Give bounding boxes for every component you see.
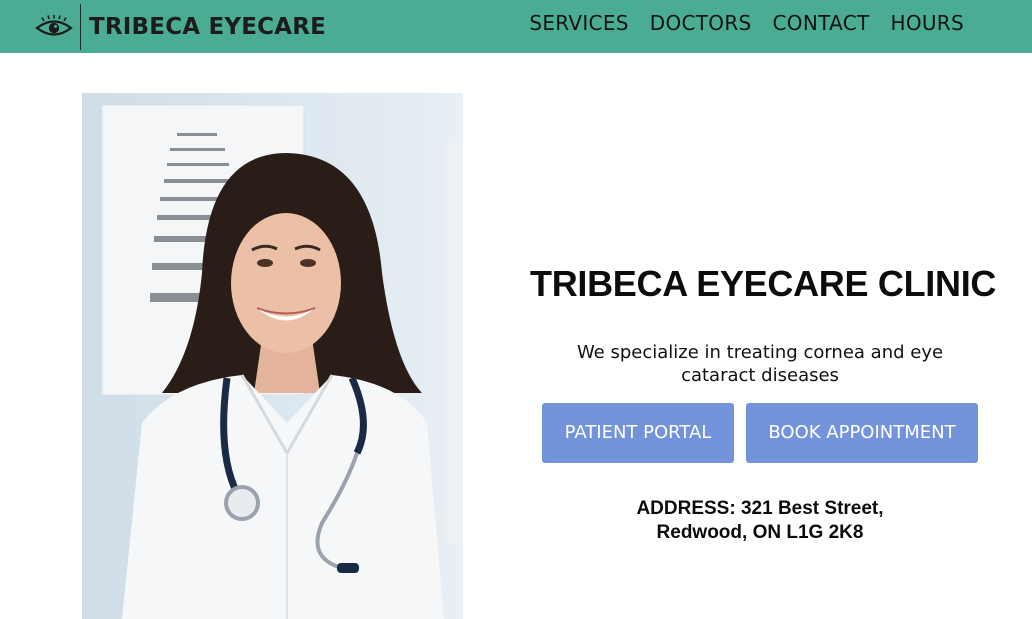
brand-name: TRIBECA EYECARE	[89, 13, 327, 40]
doctor-illustration	[82, 93, 463, 619]
brand-logo[interactable]: TRIBECA EYECARE	[34, 0, 326, 53]
nav-contact[interactable]: CONTACT	[773, 11, 870, 35]
site-header: TRIBECA EYECARE SERVICES DOCTORS CONTACT…	[0, 0, 1032, 53]
patient-portal-button[interactable]: PATIENT PORTAL	[542, 403, 734, 463]
brand-divider	[80, 3, 81, 50]
nav-services[interactable]: SERVICES	[529, 11, 628, 35]
doctor-photo	[82, 93, 463, 619]
tagline: We specialize in treating cornea and eye…	[576, 342, 944, 386]
clinic-title: TRIBECA EYECARE CLINIC	[530, 263, 997, 304]
nav-hours[interactable]: HOURS	[890, 11, 964, 35]
nav-doctors[interactable]: DOCTORS	[650, 11, 752, 35]
main-nav: SERVICES DOCTORS CONTACT HOURS	[508, 0, 964, 46]
book-appointment-button[interactable]: BOOK APPOINTMENT	[746, 403, 978, 463]
clinic-address: ADDRESS: 321 Best Street, Redwood, ON L1…	[636, 498, 884, 543]
eye-icon	[35, 14, 73, 36]
